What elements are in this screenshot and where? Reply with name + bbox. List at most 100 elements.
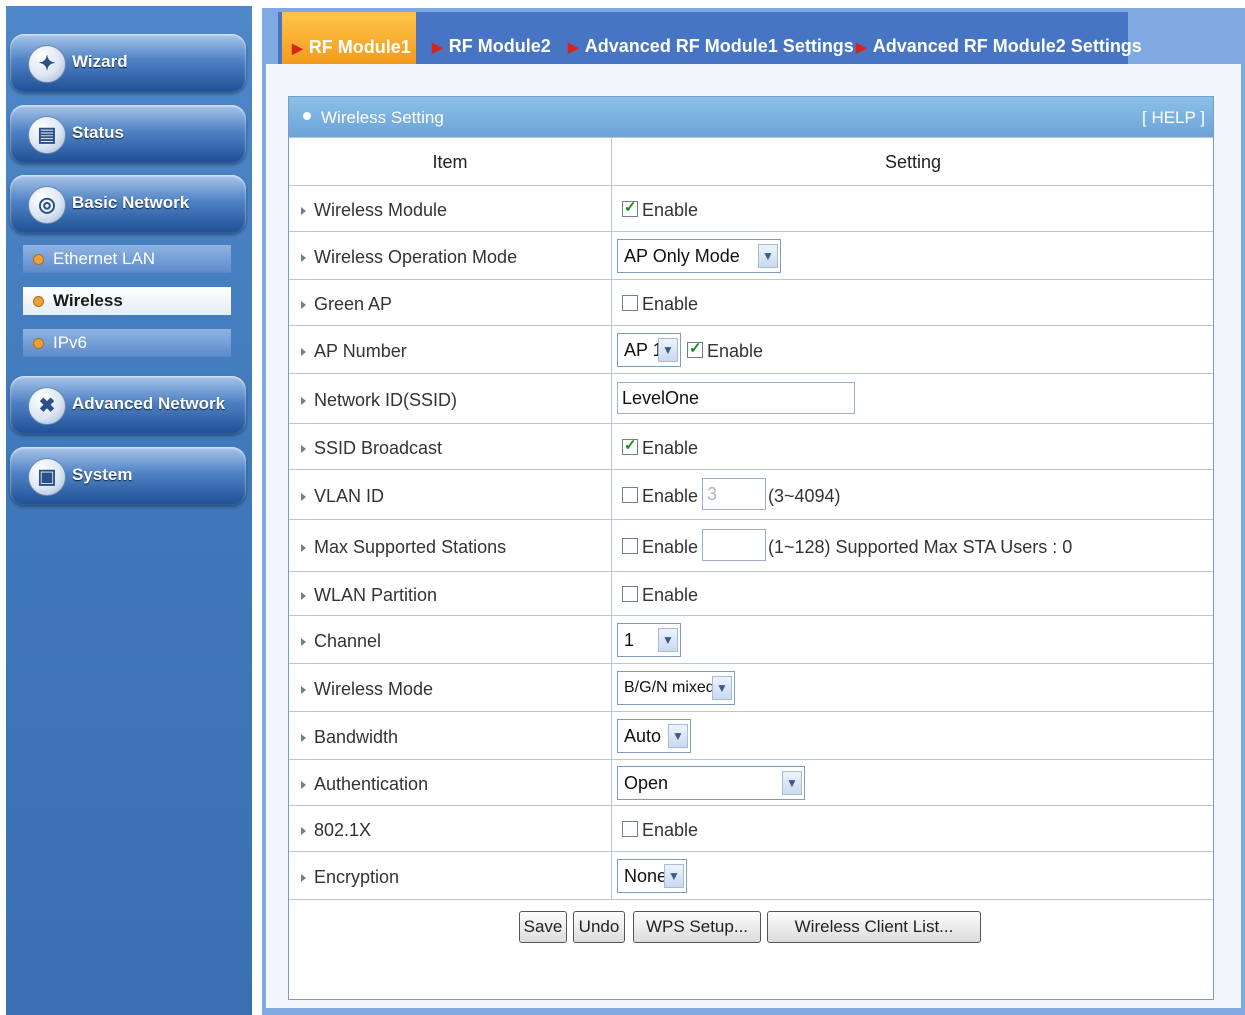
green-ap-enable-checkbox[interactable] xyxy=(622,295,638,311)
wireless-mode-select[interactable]: B/G/N mixed ▼ xyxy=(617,671,735,705)
row-label: Channel xyxy=(301,631,381,652)
label-text: Green AP xyxy=(314,294,393,314)
row-setting-cell: B/G/N mixed ▼ xyxy=(611,664,1214,712)
row-label-cell: Green AP xyxy=(289,280,611,326)
label-text: Wireless Operation Mode xyxy=(314,247,518,267)
max-stations-input[interactable] xyxy=(702,529,766,561)
row-setting-cell: AP Only Mode ▼ xyxy=(611,232,1214,280)
nav-advanced-network[interactable]: ✖ Advanced Network xyxy=(10,376,246,434)
globe-icon: ◎ xyxy=(28,186,66,224)
row-label-cell: WLAN Partition xyxy=(289,572,611,616)
undo-button[interactable]: Undo xyxy=(573,911,625,943)
row-label: AP Number xyxy=(301,341,407,362)
arrow-icon: ▶ xyxy=(292,40,303,56)
label-text: Wireless Module xyxy=(314,200,448,220)
row-setting-cell: Enable xyxy=(611,806,1214,852)
triangle-icon xyxy=(301,301,306,310)
bullet-icon xyxy=(303,112,311,120)
save-button[interactable]: Save xyxy=(519,911,567,943)
nav-status[interactable]: ▤ Status xyxy=(10,105,246,163)
label-text: Encryption xyxy=(314,867,400,887)
triangle-icon xyxy=(301,493,306,502)
panel-header: Wireless Setting [ HELP ] xyxy=(289,97,1213,137)
encryption-select[interactable]: None ▼ xyxy=(617,859,687,893)
row-label-cell: Network ID(SSID) xyxy=(289,374,611,424)
nav-basic-network[interactable]: ◎ Basic Network xyxy=(10,175,246,233)
row-encryption: Encryption None ▼ xyxy=(289,851,1213,900)
wireless-client-list-button[interactable]: Wireless Client List... xyxy=(767,911,981,943)
row-label: Authentication xyxy=(301,774,428,795)
help-link[interactable]: [ HELP ] xyxy=(1142,108,1205,128)
row-wireless-mode: Wireless Mode B/G/N mixed ▼ xyxy=(289,663,1213,712)
wps-setup-button[interactable]: WPS Setup... xyxy=(633,911,761,943)
table-header-row: Item Setting xyxy=(289,137,1213,186)
channel-select[interactable]: 1 ▼ xyxy=(617,623,681,657)
bullet-icon xyxy=(33,254,44,265)
ssid-input[interactable] xyxy=(617,382,855,414)
tab-advanced-rf-module1-label: Advanced RF Module1 Settings xyxy=(584,36,854,56)
max-stations-enable-checkbox[interactable] xyxy=(622,538,638,554)
row-label: WLAN Partition xyxy=(301,585,437,606)
tab-rf-module1-label: RF Module1 xyxy=(308,37,411,57)
chevron-down-icon: ▼ xyxy=(782,771,802,795)
row-setting-cell: AP 1 ▼ Enable xyxy=(611,326,1214,374)
ap-number-select[interactable]: AP 1 ▼ xyxy=(617,333,681,367)
row-ap-number: AP Number AP 1 ▼ Enable xyxy=(289,325,1213,374)
row-label-cell: Max Supported Stations xyxy=(289,520,611,572)
vlan-id-enable-checkbox[interactable] xyxy=(622,487,638,503)
nav-status-label: Status xyxy=(72,123,124,142)
label-text: AP Number xyxy=(314,341,407,361)
wlan-partition-enable-checkbox[interactable] xyxy=(622,586,638,602)
operation-mode-select[interactable]: AP Only Mode ▼ xyxy=(617,239,781,273)
arrow-icon: ▶ xyxy=(856,39,867,55)
select-value: Open xyxy=(624,773,669,793)
row-label-cell: Wireless Operation Mode xyxy=(289,232,611,280)
triangle-icon xyxy=(301,445,306,454)
tab-rf-module2[interactable]: ▶ RF Module2 xyxy=(432,12,551,64)
dot1x-enable-checkbox[interactable] xyxy=(622,821,638,837)
row-label: Wireless Operation Mode xyxy=(301,247,517,268)
triangle-icon xyxy=(301,592,306,601)
vlan-id-range-hint: (3~4094) xyxy=(768,486,841,506)
subnav-wireless[interactable]: Wireless xyxy=(23,287,231,315)
checkbox-label: Enable xyxy=(642,294,699,314)
vlan-id-input[interactable] xyxy=(702,478,766,510)
row-green-ap: Green AP Enable xyxy=(289,279,1213,326)
row-operation-mode: Wireless Operation Mode AP Only Mode ▼ xyxy=(289,231,1213,280)
bandwidth-select[interactable]: Auto ▼ xyxy=(617,719,691,753)
wireless-setting-panel: Wireless Setting [ HELP ] Item Setting W… xyxy=(288,96,1214,1000)
tab-advanced-rf-module2[interactable]: ▶ Advanced RF Module2 Settings xyxy=(856,12,1142,64)
bullet-icon xyxy=(33,296,44,307)
nav-wizard-label: Wizard xyxy=(72,52,128,71)
panel-title: Wireless Setting xyxy=(321,108,444,127)
row-channel: Channel 1 ▼ xyxy=(289,615,1213,664)
row-wireless-module: Wireless Module Enable xyxy=(289,185,1213,232)
bullet-icon xyxy=(33,338,44,349)
row-setting-cell: Open ▼ xyxy=(611,760,1214,806)
tab-advanced-rf-module1[interactable]: ▶ Advanced RF Module1 Settings xyxy=(568,12,854,64)
authentication-select[interactable]: Open ▼ xyxy=(617,766,805,800)
ssid-broadcast-enable-checkbox[interactable] xyxy=(622,436,638,455)
row-label: Network ID(SSID) xyxy=(301,390,457,411)
triangle-icon xyxy=(301,254,306,263)
row-setting-cell xyxy=(611,374,1214,424)
triangle-icon xyxy=(301,544,306,553)
row-label-cell: VLAN ID xyxy=(289,470,611,520)
wireless-module-enable-checkbox[interactable] xyxy=(622,198,638,217)
select-value: AP 1 xyxy=(624,340,663,360)
nav-system[interactable]: ▣ System xyxy=(10,447,246,505)
row-label-cell: Encryption xyxy=(289,852,611,900)
col-setting: Setting xyxy=(611,138,1214,186)
subnav-ipv6[interactable]: IPv6 xyxy=(23,329,231,357)
subnav-ethernet-lan[interactable]: Ethernet LAN xyxy=(23,245,231,273)
nav-wizard[interactable]: ✦ Wizard xyxy=(10,34,246,92)
tab-rf-module1[interactable]: ▶ RF Module1 xyxy=(282,12,416,64)
select-value: 1 xyxy=(624,630,635,650)
tab-advanced-rf-module2-label: Advanced RF Module2 Settings xyxy=(872,36,1142,56)
ap-number-enable-checkbox[interactable] xyxy=(687,339,703,358)
checkbox-label: Enable xyxy=(642,585,699,605)
row-setting-cell: Enable (1~128) Supported Max STA Users :… xyxy=(611,520,1214,572)
chevron-down-icon: ▼ xyxy=(712,676,732,700)
triangle-icon xyxy=(301,734,306,743)
chevron-down-icon: ▼ xyxy=(658,628,678,652)
